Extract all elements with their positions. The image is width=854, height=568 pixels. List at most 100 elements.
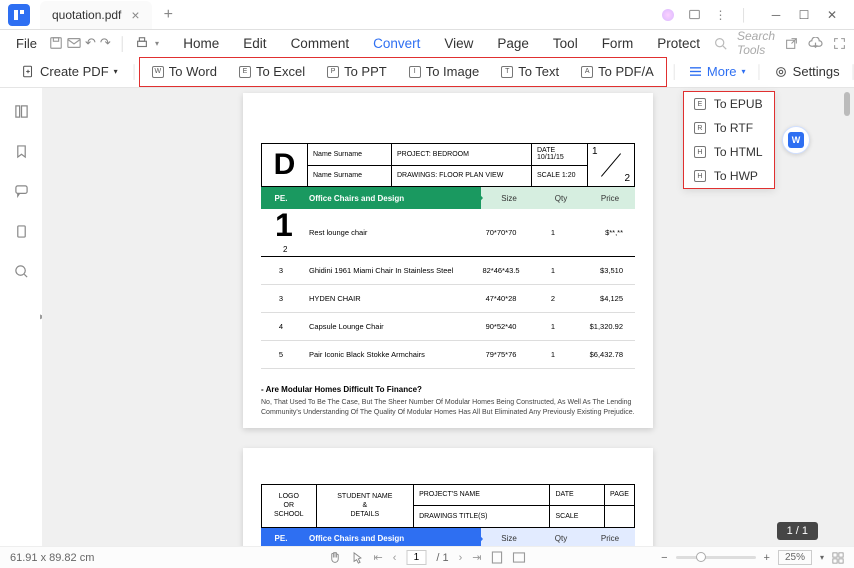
next-page-icon[interactable]: › [459, 552, 463, 564]
to-text-button[interactable]: TTo Text [495, 61, 565, 82]
doc-text-body: No, That Used To Be The Case, But The Sh… [261, 398, 635, 418]
kebab-menu-icon[interactable]: ⋮ [715, 8, 727, 22]
page-input[interactable] [406, 550, 426, 565]
file-menu[interactable]: File [8, 32, 45, 55]
zoom-thumb[interactable] [696, 552, 706, 562]
prev-page-icon[interactable]: ‹ [393, 552, 397, 564]
tab-view[interactable]: View [434, 32, 483, 55]
tab-page[interactable]: Page [487, 32, 539, 55]
zoom-out-icon[interactable]: − [661, 552, 667, 564]
fit-page-icon[interactable] [492, 551, 503, 564]
fit-width-icon[interactable] [513, 552, 526, 563]
bookmarks-icon[interactable] [12, 142, 30, 160]
left-sidebar [0, 88, 42, 546]
close-window-button[interactable]: ✕ [818, 1, 846, 29]
to-excel-button[interactable]: ETo Excel [233, 61, 311, 82]
doc-text-heading: - Are Modular Homes Difficult To Finance… [261, 385, 635, 394]
tab-home[interactable]: Home [173, 32, 229, 55]
first-page-icon[interactable]: ⇤ [373, 551, 382, 564]
maximize-button[interactable]: ☐ [790, 1, 818, 29]
print-dropdown-icon[interactable]: ▾ [153, 31, 161, 55]
to-html-button[interactable]: HTo HTML [684, 140, 774, 164]
theme-icon[interactable] [662, 9, 674, 21]
separator: │ [741, 8, 749, 22]
tab-protect[interactable]: Protect [647, 32, 710, 55]
create-pdf-button[interactable]: Create PDF ▾ [15, 61, 124, 82]
last-page-icon[interactable]: ⇥ [472, 551, 481, 564]
quick-word-button[interactable]: W [782, 126, 810, 154]
to-epub-button[interactable]: ETo EPUB [684, 92, 774, 116]
create-pdf-label: Create PDF [40, 64, 109, 79]
page-nav: ⇤ ‹ / 1 › ⇥ [328, 550, 525, 565]
tab-edit[interactable]: Edit [233, 32, 276, 55]
search-panel-icon[interactable] [12, 262, 30, 280]
table-row: 1 2 Rest lounge chair 70*70*70 1 $**,** [261, 209, 635, 257]
more-icon [689, 66, 702, 77]
table-header-2: PE. Office Chairs and Design Size Qty Pr… [261, 528, 635, 546]
excel-icon: E [239, 66, 251, 78]
new-tab-button[interactable]: + [164, 6, 173, 24]
tab-tool[interactable]: Tool [543, 32, 588, 55]
tab-convert[interactable]: Convert [363, 32, 430, 55]
app-icon [8, 4, 30, 26]
table-row: 4Capsule Lounge Chair90*52*401$1,320.92 [261, 313, 635, 341]
chevron-down-icon: ▾ [742, 67, 746, 76]
pdfa-icon: A [581, 66, 593, 78]
zoom-slider[interactable] [676, 556, 756, 559]
to-image-button[interactable]: ITo Image [403, 61, 485, 82]
more-button[interactable]: More ▾ [683, 61, 752, 82]
tab-form[interactable]: Form [592, 32, 644, 55]
hand-tool-icon[interactable] [328, 551, 341, 564]
to-rtf-button[interactable]: RTo RTF [684, 116, 774, 140]
epub-icon: E [694, 98, 706, 110]
statusbar: 61.91 x 89.82 cm ⇤ ‹ / 1 › ⇥ − + 25% ▾ [0, 546, 854, 568]
to-ppt-button[interactable]: PTo PPT [321, 61, 393, 82]
tab-title: quotation.pdf [52, 8, 121, 22]
rtf-icon: R [694, 122, 706, 134]
hwp-icon: H [694, 170, 706, 182]
minimize-button[interactable]: ─ [762, 1, 790, 29]
pdf-page: D Name Surname Name Surname PROJECT: BED… [243, 93, 653, 428]
page-total: / 1 [436, 552, 448, 564]
thumbnails-icon[interactable] [12, 102, 30, 120]
redo-icon[interactable]: ↷ [100, 31, 111, 55]
tab-comment[interactable]: Comment [281, 32, 360, 55]
cloud-icon[interactable] [808, 37, 823, 50]
ppt-icon: P [327, 66, 339, 78]
comments-icon[interactable] [12, 182, 30, 200]
toolbar: Create PDF ▾ │ WTo Word ETo Excel PTo PP… [0, 56, 854, 88]
search-input[interactable]: Search Tools [737, 29, 775, 57]
chevron-down-icon[interactable]: ▾ [820, 553, 824, 562]
word-icon: W [152, 66, 164, 78]
zoom-in-icon[interactable]: + [764, 552, 770, 564]
undo-icon[interactable]: ↶ [85, 31, 96, 55]
settings-button[interactable]: Settings [768, 61, 846, 82]
table-row: 5Pair Iconic Black Stokke Armchairs79*75… [261, 341, 635, 369]
to-word-button[interactable]: WTo Word [146, 61, 223, 82]
mail-icon[interactable] [67, 31, 81, 55]
titlebar: quotation.pdf × + ⋮ │ ─ ☐ ✕ [0, 0, 854, 30]
fit-screen-icon[interactable] [832, 552, 844, 564]
logo-letter: D [262, 144, 308, 186]
chevron-down-icon: ▾ [114, 67, 118, 76]
search-icon[interactable] [714, 37, 727, 50]
document-tab[interactable]: quotation.pdf × [40, 1, 152, 29]
menubar: File ↶ ↷ │ ▾ Home Edit Comment Convert V… [0, 30, 854, 56]
to-hwp-button[interactable]: HTo HWP [684, 164, 774, 188]
pdf-page-2: LOGOORSCHOOL STUDENT NAME&DETAILS PROJEC… [243, 448, 653, 546]
scrollbar-thumb[interactable] [844, 92, 850, 116]
attachments-icon[interactable] [12, 222, 30, 240]
dimensions-label: 61.91 x 89.82 cm [10, 552, 94, 564]
zoom-percent[interactable]: 25% [778, 550, 812, 565]
select-tool-icon[interactable] [351, 551, 363, 565]
print-icon[interactable] [135, 31, 149, 55]
open-external-icon[interactable] [785, 37, 798, 50]
expand-icon[interactable] [833, 37, 846, 50]
image-icon: I [409, 66, 421, 78]
save-icon[interactable] [49, 31, 63, 55]
notification-icon[interactable] [688, 8, 701, 21]
to-pdfa-button[interactable]: ATo PDF/A [575, 61, 660, 82]
html-icon: H [694, 146, 706, 158]
close-tab-icon[interactable]: × [131, 7, 139, 23]
text-icon: T [501, 66, 513, 78]
